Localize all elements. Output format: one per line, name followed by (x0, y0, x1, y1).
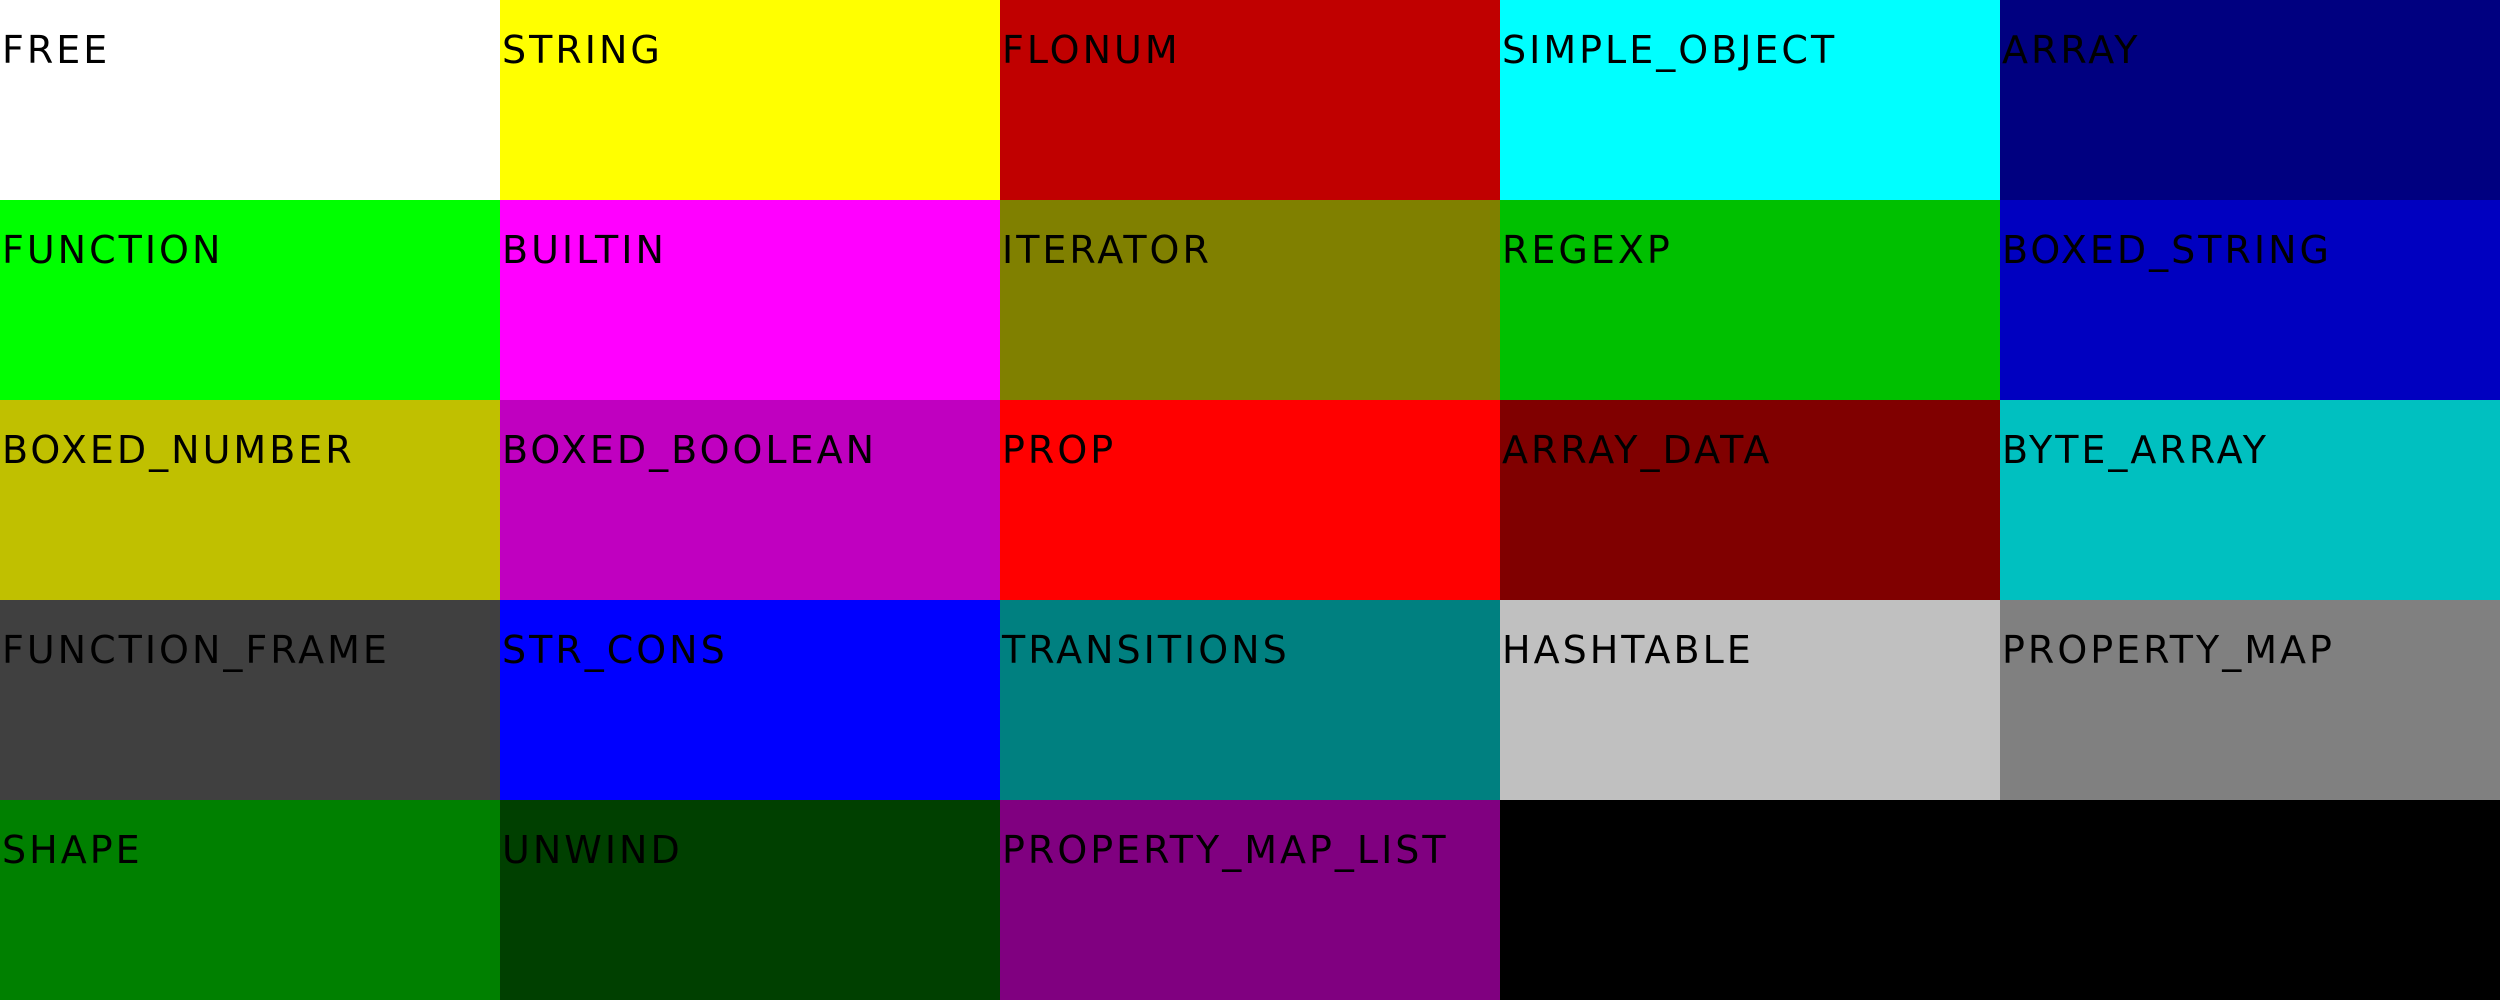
legend-label: FUNCTION_FRAME (2, 628, 390, 672)
legend-label: FLONUM (1002, 28, 1181, 72)
legend-label: SIMPLE_OBJECT (1502, 28, 1838, 72)
legend-cell-function: FUNCTION (0, 200, 500, 400)
legend-label: PROP (1002, 428, 1117, 472)
legend-cell-iterator: ITERATOR (1000, 200, 1500, 400)
legend-label: BYTE_ARRAY (2002, 428, 2269, 472)
legend-label: BOXED_BOOLEAN (502, 428, 878, 472)
legend-cell-property-map: PROPERTY_MAP (2000, 600, 2500, 800)
legend-cell-boxed-boolean: BOXED_BOOLEAN (500, 400, 1000, 600)
legend-label: REGEXP (1502, 228, 1673, 272)
legend-cell-unwind: UNWIND (500, 800, 1000, 1000)
legend-cell-prop: PROP (1000, 400, 1500, 600)
legend-cell-transitions: TRANSITIONS (1000, 600, 1500, 800)
color-legend-grid: FREE STRING FLONUM SIMPLE_OBJECT ARRAY F… (0, 0, 2500, 1000)
legend-label: PROPERTY_MAP (2002, 628, 2335, 672)
legend-label: STR_CONS (502, 628, 728, 672)
legend-label: ARRAY (2002, 28, 2141, 72)
legend-cell-boxed-number: BOXED_NUMBER (0, 400, 500, 600)
legend-label: STRING (502, 28, 663, 72)
legend-cell-shape: SHAPE (0, 800, 500, 1000)
legend-cell-regexp: REGEXP (1500, 200, 2000, 400)
legend-cell-empty (2000, 800, 2500, 1000)
legend-label: BUILTIN (502, 228, 667, 272)
legend-label: PROPERTY_MAP_LIST (1002, 828, 1449, 872)
legend-cell-str-cons: STR_CONS (500, 600, 1000, 800)
legend-label: ARRAY_DATA (1502, 428, 1773, 472)
legend-cell-function-frame: FUNCTION_FRAME (0, 600, 500, 800)
legend-cell-empty (1500, 800, 2000, 1000)
legend-label: FUNCTION (2, 228, 224, 272)
legend-cell-boxed-string: BOXED_STRING (2000, 200, 2500, 400)
legend-cell-hashtable: HASHTABLE (1500, 600, 2000, 800)
legend-label: FREE (2, 28, 111, 72)
legend-label: UNWIND (502, 828, 683, 872)
legend-label: ITERATOR (1002, 228, 1212, 272)
legend-cell-flonum: FLONUM (1000, 0, 1500, 200)
legend-label: BOXED_STRING (2002, 228, 2332, 272)
legend-cell-array: ARRAY (2000, 0, 2500, 200)
legend-cell-property-map-list: PROPERTY_MAP_LIST (1000, 800, 1500, 1000)
legend-cell-simple-object: SIMPLE_OBJECT (1500, 0, 2000, 200)
legend-cell-array-data: ARRAY_DATA (1500, 400, 2000, 600)
legend-label: HASHTABLE (1502, 628, 1754, 672)
legend-label: SHAPE (2, 828, 143, 872)
legend-cell-string: STRING (500, 0, 1000, 200)
legend-cell-byte-array: BYTE_ARRAY (2000, 400, 2500, 600)
legend-cell-builtin: BUILTIN (500, 200, 1000, 400)
legend-label: TRANSITIONS (1002, 628, 1290, 672)
legend-cell-free: FREE (0, 0, 500, 200)
legend-label: BOXED_NUMBER (2, 428, 355, 472)
